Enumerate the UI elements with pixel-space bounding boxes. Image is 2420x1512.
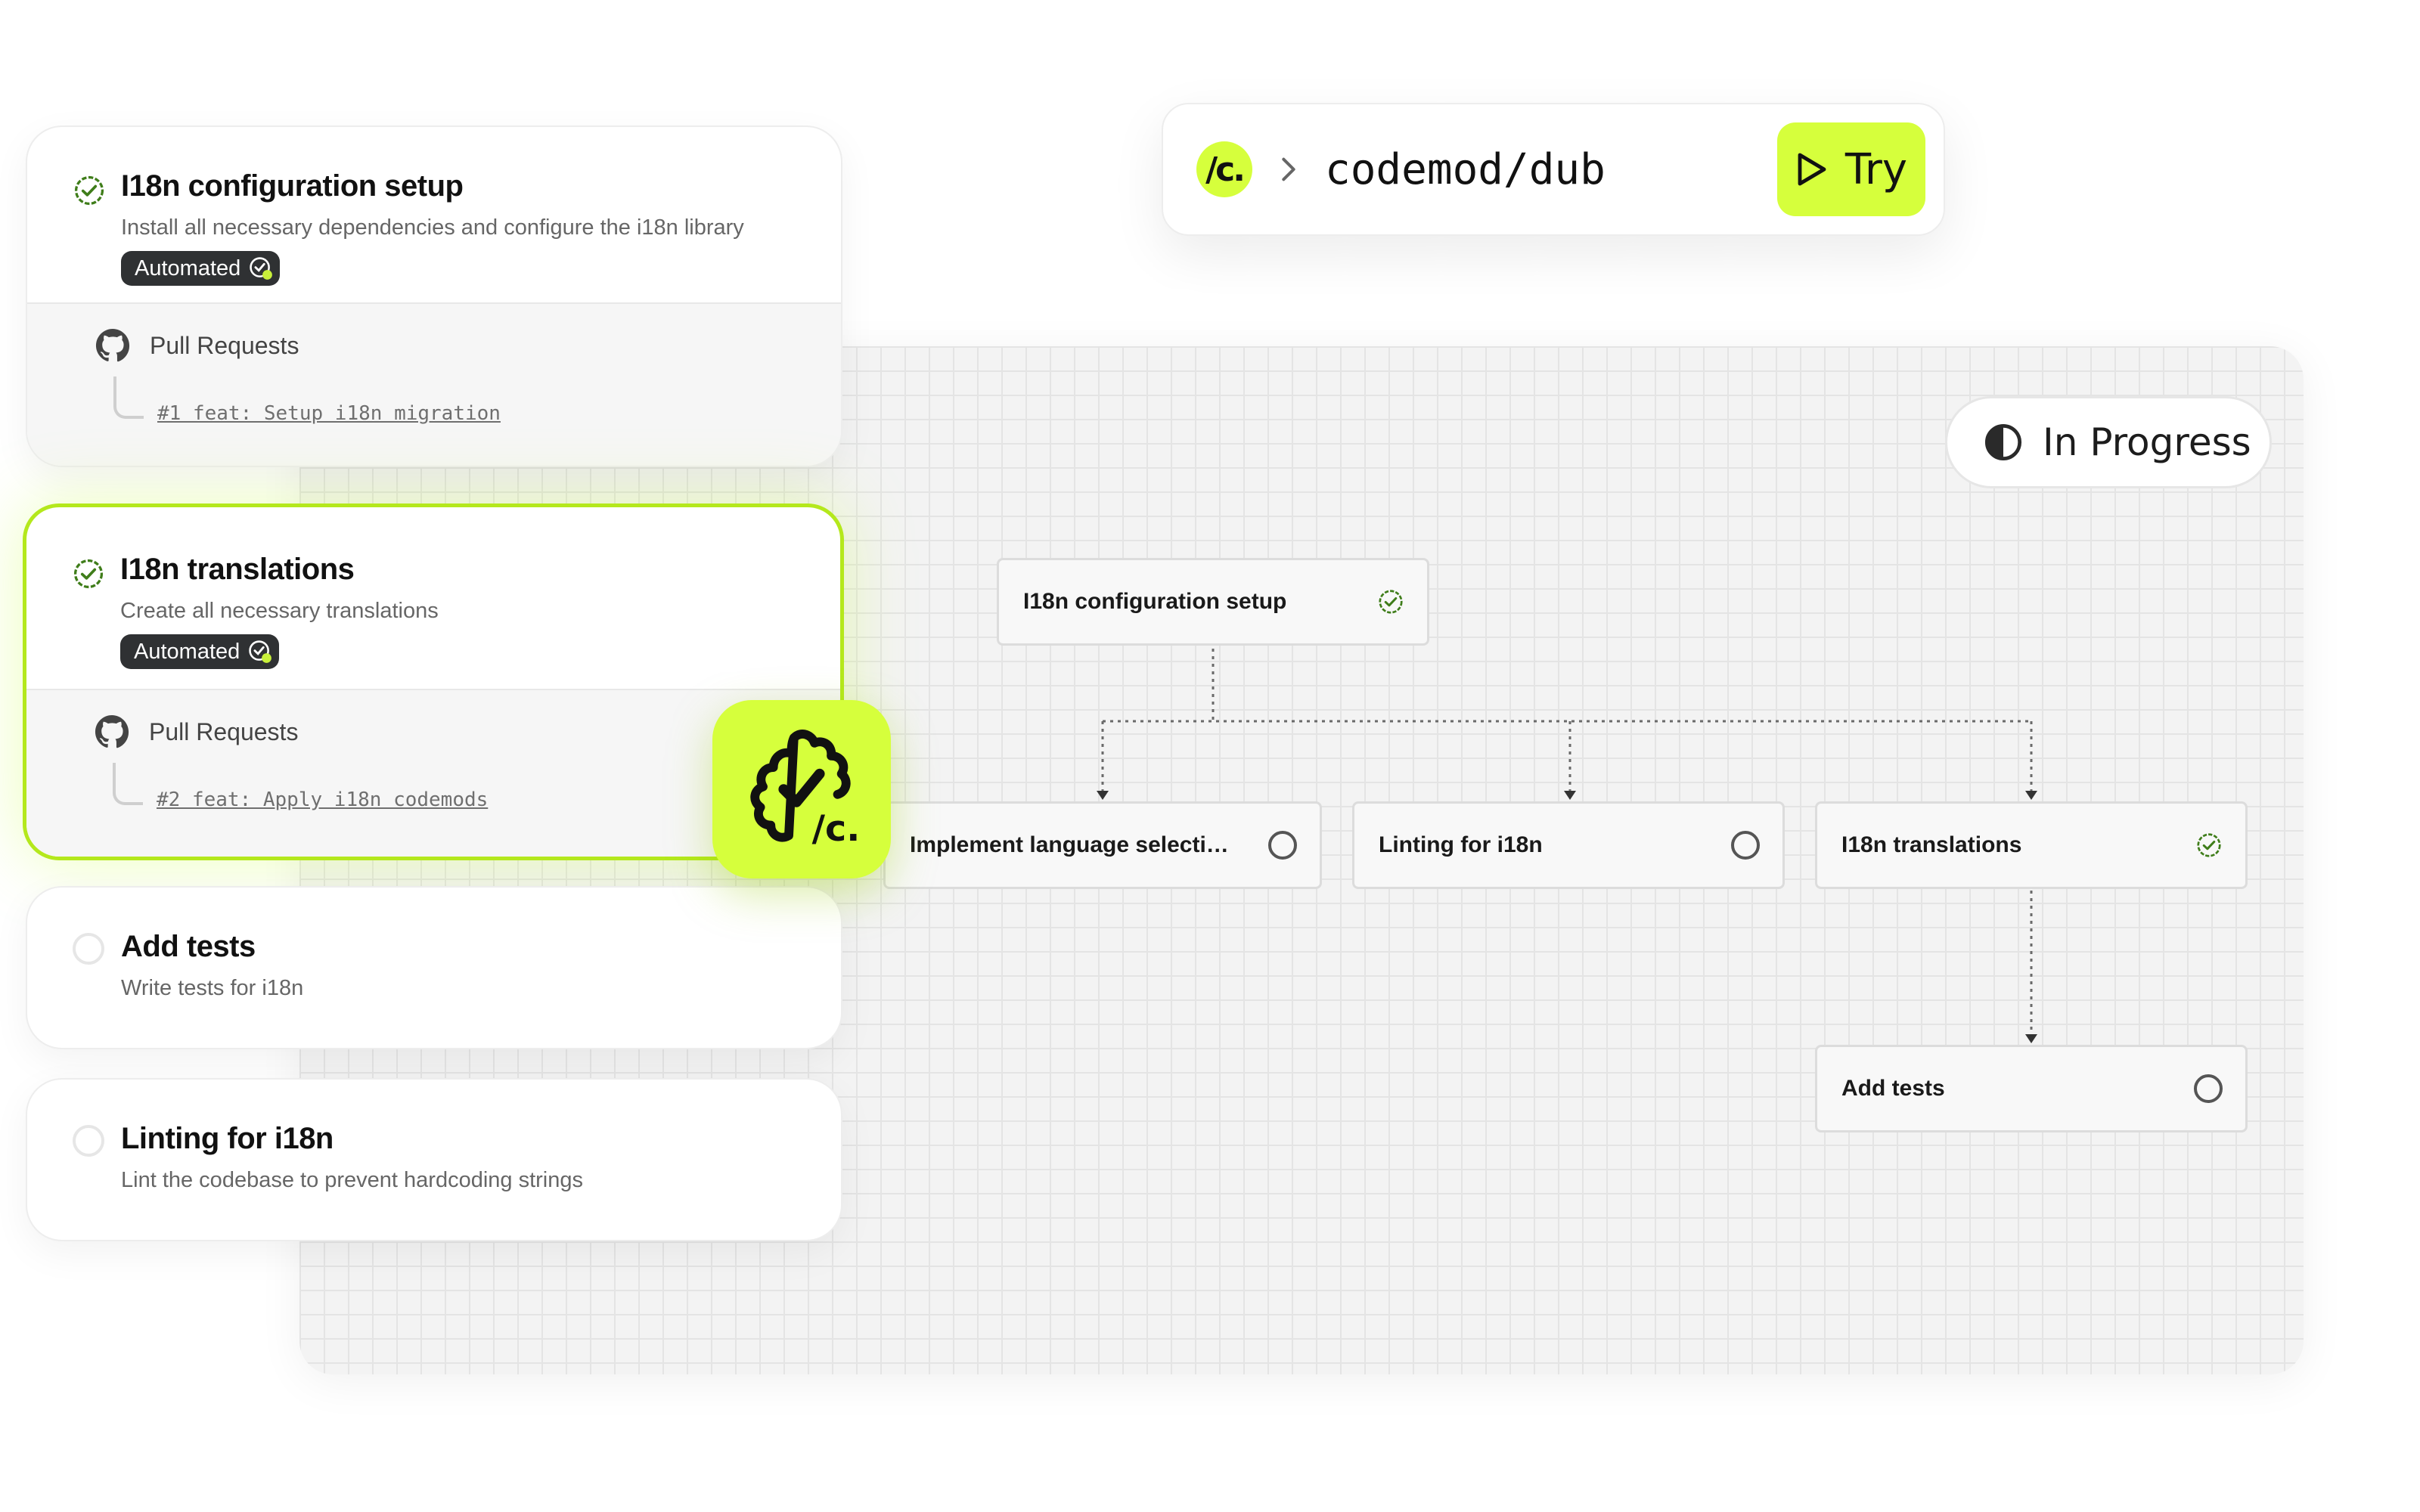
card-title: Linting for i18n — [121, 1122, 334, 1155]
codemod-app-badge: /c. — [712, 700, 891, 878]
repo-name[interactable]: codemod/dub — [1325, 145, 1606, 194]
automated-badge: Automated — [120, 634, 280, 669]
pull-requests-header: Pull Requests — [95, 328, 299, 363]
card-description: Write tests for i18n — [121, 976, 304, 1000]
badge-label: Automated — [135, 256, 241, 280]
flow-node-label: I18n configuration setup — [1023, 589, 1287, 614]
try-button[interactable]: Try — [1777, 122, 1925, 216]
automated-badge: Automated — [121, 251, 281, 286]
flow-node-config[interactable]: I18n configuration setup — [997, 558, 1429, 646]
automation-icon — [249, 640, 272, 663]
pull-request-link[interactable]: #2 feat: Apply i18n codemods — [157, 789, 488, 811]
codemod-logo: /c. — [1196, 141, 1252, 197]
flow-node-linting[interactable]: Linting for i18n — [1352, 801, 1785, 889]
flow-node-label: I18n translations — [1841, 832, 2022, 857]
check-badge-icon — [1379, 590, 1403, 614]
card-title: Add tests — [121, 930, 256, 963]
check-badge-icon — [2197, 833, 2221, 857]
flow-node-language[interactable]: Implement language selecti… — [883, 801, 1322, 889]
verified-badge-icon: /c. — [750, 730, 861, 850]
pending-circle-icon — [1731, 831, 1760, 860]
card-description: Create all necessary translations — [120, 599, 439, 623]
pending-circle-icon — [1268, 831, 1297, 860]
card-description: Install all necessary dependencies and c… — [121, 215, 744, 240]
pending-circle-icon — [73, 1125, 104, 1157]
automation-icon — [250, 257, 273, 280]
play-icon — [1798, 153, 1826, 186]
github-icon — [95, 714, 129, 748]
pending-circle-icon — [2194, 1074, 2223, 1103]
github-icon — [95, 328, 130, 362]
task-card-config[interactable]: I18n configuration setup Install all nec… — [26, 125, 842, 467]
card-title: I18n configuration setup — [121, 169, 464, 203]
card-title: I18n translations — [120, 553, 355, 586]
check-badge-icon — [73, 559, 104, 589]
app-badge-text: /c. — [812, 808, 861, 850]
card-description: Lint the codebase to prevent hardcoding … — [121, 1168, 584, 1192]
tree-connector — [113, 763, 143, 805]
flow-node-translations[interactable]: I18n translations — [1815, 801, 2248, 889]
pull-request-link[interactable]: #1 feat: Setup i18n migration — [157, 402, 501, 425]
repo-bar: /c. codemod/dub Try — [1162, 103, 1945, 236]
flow-node-label: Implement language selecti… — [910, 832, 1229, 857]
chevron-right-icon — [1282, 157, 1295, 181]
pull-requests-section: Pull Requests #1 feat: Setup i18n migrat… — [27, 302, 841, 466]
task-card-tests[interactable]: Add tests Write tests for i18n — [26, 886, 842, 1049]
try-label: Try — [1844, 144, 1908, 194]
pending-circle-icon — [73, 933, 104, 965]
status-label: In Progress — [2043, 420, 2251, 464]
half-circle-icon — [1984, 423, 2022, 461]
tree-connector — [113, 376, 144, 419]
badge-label: Automated — [134, 639, 240, 664]
pull-requests-header: Pull Requests — [95, 714, 298, 749]
check-badge-icon — [74, 175, 104, 206]
status-badge: In Progress — [1945, 396, 2272, 488]
task-card-linting[interactable]: Linting for i18n Lint the codebase to pr… — [26, 1078, 842, 1241]
pull-requests-label: Pull Requests — [149, 717, 299, 745]
flow-node-label: Linting for i18n — [1379, 832, 1543, 857]
pull-requests-label: Pull Requests — [150, 331, 299, 359]
flow-node-label: Add tests — [1841, 1076, 1945, 1101]
flow-node-tests[interactable]: Add tests — [1815, 1045, 2248, 1132]
